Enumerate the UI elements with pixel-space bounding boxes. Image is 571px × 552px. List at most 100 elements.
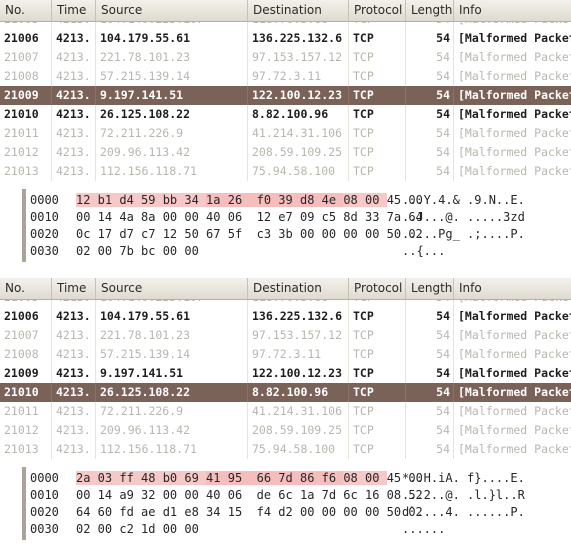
column-header-protocol[interactable]: Protocol [349, 0, 406, 21]
cell-length: 54 [406, 402, 454, 421]
hex-bytes: 12 b1 d4 59 bb 34 1a 26 f0 39 d8 4e 08 0… [76, 192, 423, 209]
cell-destination: 41.214.31.106 [248, 124, 349, 143]
cell-destination: 41.214.31.106 [248, 402, 349, 421]
cell-no: 21010 [0, 105, 52, 124]
hex-line[interactable]: 0000 2a 03 ff 48 b0 69 41 95 66 7d 86 f6 … [0, 470, 571, 487]
packet-row[interactable]: 21006 4213. 104.179.55.61 136.225.132.6 TCP 5… [0, 307, 571, 326]
cell-source: 104.140.225.107 [96, 300, 248, 307]
cell-destination: 208.59.109.25 [248, 143, 349, 162]
cell-time: 4213. [52, 162, 96, 181]
column-header-info[interactable]: Info [454, 0, 571, 21]
packet-row[interactable]: 21009 4213. 9.197.141.51 122.100.12.23 TCP 54… [0, 86, 571, 105]
packet-row[interactable]: 21013 4213. 112.156.118.71 75.94.58.100 TCP 5… [0, 162, 571, 181]
cell-time: 4213. [52, 86, 96, 105]
cell-no: 21011 [0, 124, 52, 143]
column-header-time[interactable]: Time [52, 0, 96, 21]
hex-line[interactable]: 0010 00 14 4a 8a 00 00 40 06 12 e7 09 c5 … [0, 209, 571, 226]
hex-byte-group-highlighted: 1a 26 [206, 193, 250, 207]
panel-divider-gap [0, 264, 571, 278]
packet-list-header-bottom: No. Time Source Destination Protocol Len… [0, 278, 571, 300]
packet-row[interactable]: 21006 4213. 104.179.55.61 136.225.132.6 TCP 5… [0, 29, 571, 48]
hex-ascii: ...Y.4.& .9.N..E. [402, 193, 525, 207]
cell-source: 209.96.113.42 [96, 421, 248, 440]
hex-bytes: 0c 17 d7 c7 12 50 67 5f c3 3b 00 00 00 0… [76, 226, 423, 243]
cell-time: 4213. [52, 345, 96, 364]
cell-info: [Malformed Packet] [458, 69, 571, 83]
packet-row[interactable]: 21008 4213. 57.215.139.14 97.72.3.11 TCP 54 [M… [0, 345, 571, 364]
cell-source: 9.197.141.51 [96, 86, 248, 105]
packet-row[interactable]: 210054213.104.140.225.107118.70.5.66TCP5… [0, 22, 571, 29]
cell-time: 4213. [52, 326, 96, 345]
column-header-no[interactable]: No. [0, 278, 52, 299]
column-header-source[interactable]: Source [96, 278, 248, 299]
hex-bytes: 00 14 a9 32 00 00 40 06 de 6c 1a 7d 6c 1… [76, 487, 423, 504]
cell-time: 4213. [52, 48, 96, 67]
cell-info: [Malformed Packet] [458, 328, 571, 342]
packet-row[interactable]: 21009 4213. 9.197.141.51 122.100.12.23 TCP 54… [0, 364, 571, 383]
hex-byte-group: 00 14 a9 32 00 00 40 06 de 6c 1a 7d 6c 1… [76, 488, 423, 502]
hex-dump-panel-top[interactable]: 0000 12 b1 d4 59 bb 34 1a 26 f0 39 d8 4e … [0, 187, 571, 264]
cell-source: 26.125.108.22 [96, 383, 248, 402]
column-header-length[interactable]: Length [406, 278, 454, 299]
column-header-info[interactable]: Info [454, 278, 571, 299]
hex-line[interactable]: 0010 00 14 a9 32 00 00 40 06 de 6c 1a 7d … [0, 487, 571, 504]
hex-line[interactable]: 0000 12 b1 d4 59 bb 34 1a 26 f0 39 d8 4e … [0, 192, 571, 209]
packet-row[interactable]: 21013 4213. 112.156.118.71 75.94.58.100 TCP 5… [0, 440, 571, 459]
column-header-destination[interactable]: Destination [248, 0, 349, 21]
cell-destination: 97.153.157.12 [248, 326, 349, 345]
cell-no: 21007 [0, 48, 52, 67]
cell-destination: 8.82.100.96 [248, 383, 349, 402]
packet-row[interactable]: 21010 4213. 26.125.108.22 8.82.100.96 TCP 54 [… [0, 105, 571, 124]
hex-bytes: 02 00 7b bc 00 00 [76, 243, 376, 260]
cell-source: 57.215.139.14 [96, 67, 248, 86]
cell-info: [Malformed Packet] [458, 442, 571, 456]
cell-no: 21007 [0, 326, 52, 345]
hex-offset: 0010 [30, 210, 59, 224]
cell-protocol: TCP [349, 421, 406, 440]
hex-byte-group-highlighted: 2a 03 ff 48 b0 69 [76, 471, 207, 485]
cell-protocol: TCP [349, 440, 406, 459]
hex-dump-panel-bottom[interactable]: 0000 2a 03 ff 48 b0 69 41 95 66 7d 86 f6 … [0, 465, 571, 542]
cell-source: 221.78.101.23 [96, 48, 248, 67]
column-header-source[interactable]: Source [96, 0, 248, 21]
cell-info: [Malformed Packet] [458, 50, 571, 64]
cell-destination: 97.72.3.11 [248, 67, 349, 86]
cell-source: 112.156.118.71 [96, 162, 248, 181]
packet-row[interactable]: 21011 4213. 72.211.226.9 41.214.31.106 TCP 54… [0, 402, 571, 421]
packet-row[interactable]: 21007 4213. 221.78.101.23 97.153.157.12 TCP 5… [0, 48, 571, 67]
cell-time: 4213. [52, 105, 96, 124]
cell-info: [Malformed Packet] [454, 300, 571, 307]
column-header-time[interactable]: Time [52, 278, 96, 299]
cell-length: 54 [406, 300, 454, 307]
packet-row[interactable]: 21012 4213. 209.96.113.42 208.59.109.25 TCP 5… [0, 143, 571, 162]
packet-row[interactable]: 21011 4213. 72.211.226.9 41.214.31.106 TCP 54… [0, 124, 571, 143]
column-header-protocol[interactable]: Protocol [349, 278, 406, 299]
hex-byte-group: 00 14 4a 8a 00 00 40 06 12 e7 09 c5 8d 3… [76, 210, 423, 224]
hex-ascii: .....Pg_ .;....P. [402, 227, 525, 241]
cell-source: 26.125.108.22 [96, 105, 248, 124]
packet-row[interactable]: 210054213.104.140.225.107118.70.5.66TCP5… [0, 300, 571, 307]
cell-length: 54 [406, 364, 454, 383]
cell-protocol: TCP [349, 162, 406, 181]
cell-protocol: TCP [349, 383, 406, 402]
column-header-length[interactable]: Length [406, 0, 454, 21]
cell-no: 21005 [0, 300, 52, 307]
cell-protocol: TCP [349, 48, 406, 67]
hex-lines-top: 0000 12 b1 d4 59 bb 34 1a 26 f0 39 d8 4e … [0, 192, 571, 260]
packet-row[interactable]: 21012 4213. 209.96.113.42 208.59.109.25 TCP 5… [0, 421, 571, 440]
cell-info: [Malformed Packet] [458, 126, 571, 140]
hex-line[interactable]: 0020 64 60 fd ae d1 e8 34 15 f4 d2 00 00 … [0, 504, 571, 521]
hex-offset: 0020 [30, 505, 59, 519]
packet-row[interactable]: 21008 4213. 57.215.139.14 97.72.3.11 TCP 54 [M… [0, 67, 571, 86]
column-header-destination[interactable]: Destination [248, 278, 349, 299]
column-header-no[interactable]: No. [0, 0, 52, 21]
hex-line[interactable]: 0030 02 00 7b bc 00 00 ..{... [0, 243, 571, 260]
cell-time: 4213. [52, 124, 96, 143]
packet-row[interactable]: 21007 4213. 221.78.101.23 97.153.157.12 TCP 5… [0, 326, 571, 345]
cell-protocol: TCP [349, 124, 406, 143]
hex-line[interactable]: 0020 0c 17 d7 c7 12 50 67 5f c3 3b 00 00 … [0, 226, 571, 243]
hex-line[interactable]: 0030 02 00 c2 1d 00 00...... [0, 521, 571, 538]
cell-length: 54 [406, 383, 454, 402]
cell-protocol: TCP [349, 402, 406, 421]
packet-row[interactable]: 21010 4213. 26.125.108.22 8.82.100.96 TCP 54 [… [0, 383, 571, 402]
